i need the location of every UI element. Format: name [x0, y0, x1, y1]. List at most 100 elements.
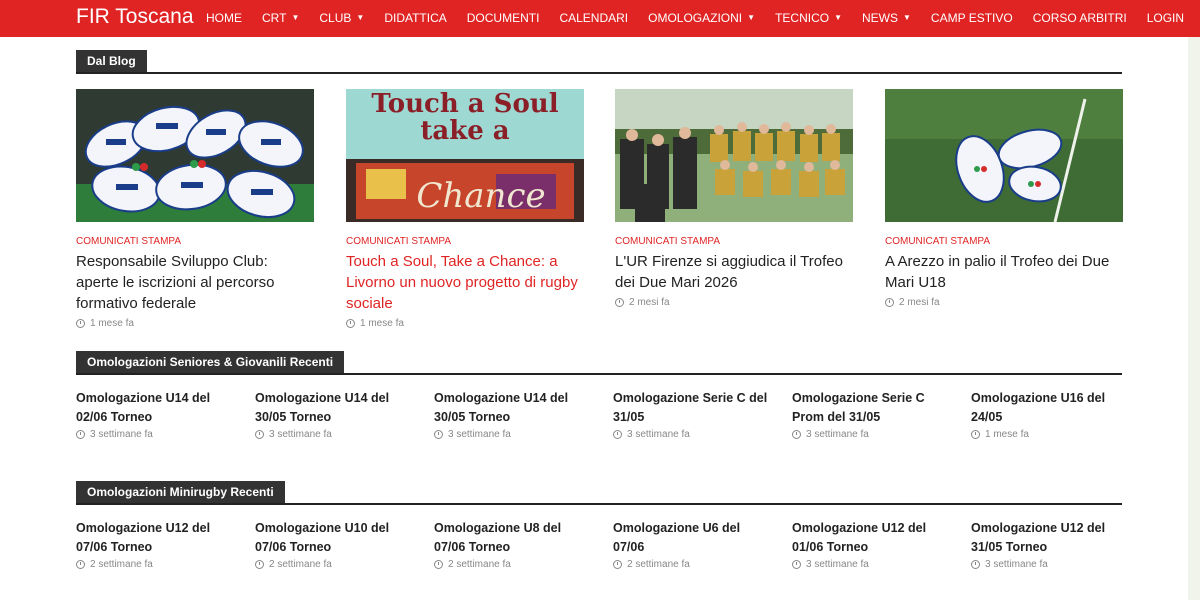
omologazione-time: 3 settimane fa: [806, 559, 869, 570]
omologazione-item[interactable]: Omologazione U10 del 07/06 Torneo 2 setti…: [255, 519, 410, 570]
omologazione-title[interactable]: Omologazione U12 del 01/06 Torneo: [792, 519, 947, 557]
clock-icon: [434, 560, 443, 569]
post-meta: 1 mese fa: [346, 318, 584, 329]
omologazione-time: 3 settimane fa: [448, 429, 511, 440]
omologazione-title[interactable]: Omologazione U14 del 30/05 Torneo: [255, 389, 410, 427]
omologazione-title[interactable]: Omologazione U16 del 24/05: [971, 389, 1126, 427]
nav-item-corso-arbitri[interactable]: CORSO ARBITRI: [1033, 11, 1127, 25]
nav-item-label: CAMP ESTIVO: [930, 10, 1013, 25]
omologazione-item[interactable]: Omologazione U8 del 07/06 Torneo 2 settim…: [434, 519, 589, 570]
clock-icon: [76, 319, 85, 328]
omologazione-time: 3 settimane fa: [90, 429, 153, 440]
post-title[interactable]: A Arezzo in palio il Trofeo dei Due Mari…: [885, 251, 1123, 293]
omologazione-item[interactable]: Omologazione U12 del 07/06 Torneo 2 setti…: [76, 519, 231, 570]
omologazione-item[interactable]: Omologazione U14 del 30/05 Torneo 3 setti…: [255, 389, 410, 440]
blog-post-card[interactable]: COMUNICATI STAMPA L'UR Firenze si aggiud…: [615, 89, 853, 308]
section-title: Omologazioni Seniores & Giovanili Recent…: [76, 351, 345, 373]
post-thumbnail[interactable]: [885, 89, 1123, 222]
omologazione-title[interactable]: Omologazione U12 del 31/05 Torneo: [971, 519, 1126, 557]
omologazione-title[interactable]: Omologazione U6 del 07/06: [613, 519, 768, 557]
omologazione-meta: 3 settimane fa: [434, 429, 589, 440]
clock-icon: [255, 560, 264, 569]
omologazione-time: 2 settimane fa: [448, 559, 511, 570]
nav-item-home[interactable]: HOME: [206, 11, 242, 25]
omologazione-title[interactable]: Omologazione U10 del 07/06 Torneo: [255, 519, 410, 557]
omologazione-title[interactable]: Omologazione Serie C del 31/05: [613, 389, 768, 427]
nav-item-login[interactable]: LOGIN: [1147, 11, 1184, 25]
omologazione-time: 3 settimane fa: [269, 429, 332, 440]
post-thumbnail[interactable]: Touch a Soul take a Chance: [346, 89, 584, 222]
omologazione-item[interactable]: Omologazione U14 del 02/06 Torneo 3 setti…: [76, 389, 231, 440]
nav-item-label: CALENDARI: [559, 10, 629, 25]
omologazione-meta: 3 settimane fa: [613, 429, 768, 440]
nav-item-label: OMOLOGAZIONI: [648, 10, 743, 25]
caret-down-icon: ▼: [291, 13, 300, 22]
section-header-blog: Dal Blog: [76, 50, 1122, 74]
nav-item-label: HOME: [206, 10, 242, 25]
nav-item-calendari[interactable]: CALENDARI: [559, 11, 628, 25]
clock-icon: [885, 298, 894, 307]
blog-post-card[interactable]: COMUNICATI STAMPA Responsabile Sviluppo …: [76, 89, 314, 329]
thumb-text: take a: [420, 116, 509, 146]
omologazione-title[interactable]: Omologazione U14 del 02/06 Torneo: [76, 389, 231, 427]
nav-item-news[interactable]: NEWS ▼: [862, 11, 911, 25]
nav-item-documenti[interactable]: DOCUMENTI: [467, 11, 540, 25]
post-title[interactable]: Responsabile Sviluppo Club: aperte le is…: [76, 251, 314, 314]
clock-icon: [613, 430, 622, 439]
omologazione-meta: 2 settimane fa: [76, 559, 231, 570]
clock-icon: [255, 430, 264, 439]
omologazione-meta: 2 settimane fa: [434, 559, 589, 570]
omologazione-meta: 2 settimane fa: [255, 559, 410, 570]
post-title[interactable]: Touch a Soul, Take a Chance: a Livorno u…: [346, 251, 584, 314]
omologazione-title[interactable]: Omologazione U14 del 30/05 Torneo: [434, 389, 589, 427]
post-category[interactable]: COMUNICATI STAMPA: [346, 236, 584, 247]
post-title[interactable]: L'UR Firenze si aggiudica il Trofeo dei …: [615, 251, 853, 293]
caret-down-icon: ▼: [834, 13, 842, 22]
clock-icon: [346, 319, 355, 328]
omologazione-item[interactable]: Omologazione U16 del 24/05 1 mese fa: [971, 389, 1126, 440]
omologazione-item[interactable]: Omologazione U14 del 30/05 Torneo 3 setti…: [434, 389, 589, 440]
nav-item-label: CRT: [262, 10, 287, 25]
nav-item-camp-estivo[interactable]: CAMP ESTIVO: [931, 11, 1013, 25]
omologazione-item[interactable]: Omologazione U6 del 07/06 2 settimane fa: [613, 519, 768, 570]
main-nav: HOME CRT ▼ CLUB ▼ DIDATTICA DOCUMENTI CALENDARI…: [206, 0, 1200, 35]
nav-item-label: DOCUMENTI: [466, 10, 540, 25]
caret-down-icon: ▼: [747, 13, 756, 22]
nav-item-crt[interactable]: CRT ▼: [262, 11, 299, 25]
right-edge-strip: [1188, 37, 1200, 600]
omologazione-item[interactable]: Omologazione U12 del 01/06 Torneo 3 setti…: [792, 519, 947, 570]
thumb-text: Touch a Soul: [371, 89, 558, 119]
post-category[interactable]: COMUNICATI STAMPA: [615, 236, 853, 247]
omologazione-item[interactable]: Omologazione U12 del 31/05 Torneo 3 setti…: [971, 519, 1126, 570]
blog-post-card[interactable]: COMUNICATI STAMPA A Arezzo in palio il T…: [885, 89, 1123, 308]
nav-item-label: CLUB: [319, 10, 352, 25]
omologazione-item[interactable]: Omologazione Serie C del 31/05 3 settiman…: [613, 389, 768, 440]
site-logo[interactable]: FIR Toscana: [76, 5, 194, 29]
omologazione-title[interactable]: Omologazione Serie C Prom del 31/05: [792, 389, 947, 427]
post-category[interactable]: COMUNICATI STAMPA: [76, 236, 314, 247]
omologazione-time: 3 settimane fa: [627, 429, 690, 440]
omologazione-item[interactable]: Omologazione Serie C Prom del 31/05 3 set…: [792, 389, 947, 440]
omologazione-title[interactable]: Omologazione U8 del 07/06 Torneo: [434, 519, 589, 557]
nav-item-omologazioni[interactable]: OMOLOGAZIONI ▼: [648, 11, 755, 25]
post-time: 1 mese fa: [360, 318, 404, 329]
clock-icon: [615, 298, 624, 307]
nav-item-tecnico[interactable]: TECNICO ▼: [775, 11, 842, 25]
omologazione-title[interactable]: Omologazione U12 del 07/06 Torneo: [76, 519, 231, 557]
section-header-minirugby: Omologazioni Minirugby Recenti: [76, 481, 1122, 505]
omologazione-meta: 3 settimane fa: [792, 429, 947, 440]
clock-icon: [792, 560, 801, 569]
clock-icon: [76, 430, 85, 439]
nav-item-didattica[interactable]: DIDATTICA: [384, 11, 446, 25]
post-thumbnail[interactable]: [76, 89, 314, 222]
post-time: 2 mesi fa: [899, 297, 940, 308]
nav-item-label: TECNICO: [775, 10, 830, 25]
post-category[interactable]: COMUNICATI STAMPA: [885, 236, 1123, 247]
caret-down-icon: ▼: [902, 13, 911, 22]
blog-post-card[interactable]: Touch a Soul take a Chance COMUNICATI ST…: [346, 89, 584, 329]
nav-item-label: LOGIN: [1146, 10, 1185, 25]
clock-icon: [434, 430, 443, 439]
post-time: 1 mese fa: [90, 318, 134, 329]
nav-item-club[interactable]: CLUB ▼: [319, 11, 364, 25]
post-thumbnail[interactable]: [615, 89, 853, 222]
